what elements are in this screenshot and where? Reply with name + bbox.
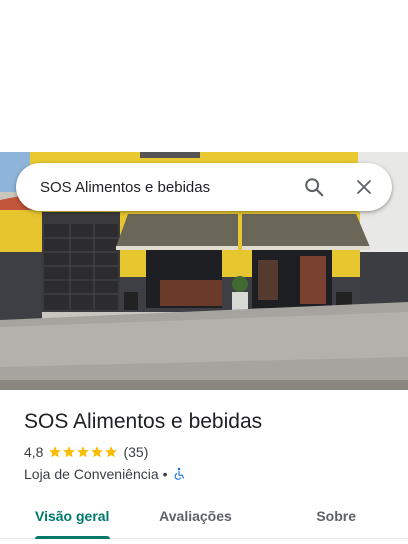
place-title: SOS Alimentos e bebidas	[24, 410, 263, 433]
close-button[interactable]	[344, 167, 384, 207]
search-icon	[305, 178, 324, 197]
star-icon	[105, 446, 118, 458]
search-bar[interactable]: SOS Alimentos e bebidas	[16, 163, 392, 211]
wheelchair-icon	[174, 467, 184, 480]
tab-bar: Visão geral Avaliações Sobre	[0, 494, 408, 539]
tab-reviews[interactable]: Avaliações	[142, 494, 249, 538]
tab-overview-label: Visão geral	[35, 508, 110, 524]
star-icon	[77, 446, 90, 458]
place-category: Loja de Conveniência	[24, 466, 159, 482]
tab-about-label: Sobre	[316, 508, 356, 524]
star-icon	[91, 446, 104, 458]
search-input[interactable]: SOS Alimentos e bebidas	[16, 179, 294, 196]
search-button[interactable]	[294, 167, 334, 207]
tab-overview[interactable]: Visão geral	[0, 494, 142, 539]
close-icon	[357, 180, 371, 194]
tab-about[interactable]: Sobre	[249, 494, 408, 538]
review-count: (35)	[123, 444, 149, 460]
category-row: Loja de Conveniência •	[24, 464, 392, 484]
star-icon	[49, 446, 62, 458]
star-icon	[63, 446, 76, 458]
separator: •	[162, 466, 168, 482]
rating-row[interactable]: 4,8 (35)	[24, 442, 392, 462]
active-tab-indicator	[35, 536, 110, 539]
place-info: SOS Alimentos e bebidas 4,8 (35) Loja de…	[24, 408, 392, 484]
star-rating	[48, 445, 118, 459]
rating-value: 4,8	[24, 444, 44, 460]
tab-reviews-label: Avaliações	[159, 508, 232, 524]
